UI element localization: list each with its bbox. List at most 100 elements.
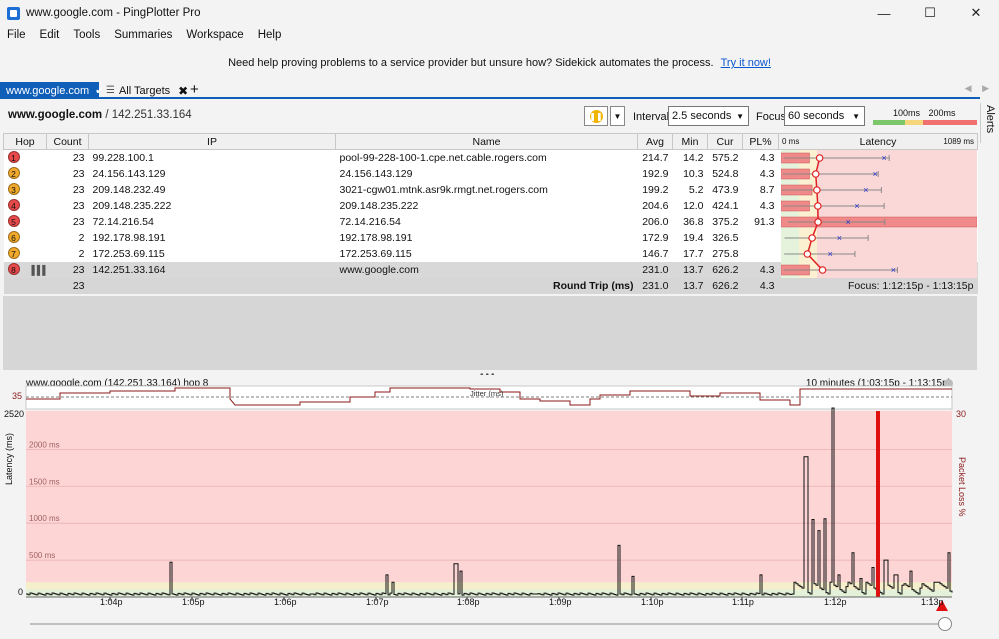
hop-cell: 7 xyxy=(3,245,47,262)
avg-latency-point xyxy=(814,202,822,210)
summary-min: 13.7 xyxy=(672,277,708,294)
avg-latency-point xyxy=(818,266,827,274)
hop-cell: 4 xyxy=(3,197,47,214)
col-latency[interactable]: 0 ms Latency 1089 ms xyxy=(778,133,978,150)
time-slider-thumb[interactable] xyxy=(938,617,952,631)
packet-loss-marker xyxy=(876,411,880,597)
x-tick-label: 1:12p xyxy=(824,597,847,607)
col-avg[interactable]: Avg xyxy=(637,133,673,150)
col-pl[interactable]: PL% xyxy=(742,133,779,150)
current-latency-mark: × xyxy=(872,169,877,179)
col-ip[interactable]: IP xyxy=(88,133,336,150)
summary-focus: Focus: 1:12:15p - 1:13:15p xyxy=(778,277,978,294)
count-cell: 2 xyxy=(46,229,89,246)
ip-cell: 192.178.98.191 xyxy=(88,229,336,246)
latency-zero-label: 0 ms xyxy=(782,137,800,146)
promo-link[interactable]: Try it now! xyxy=(721,57,771,69)
menu-file[interactable]: File xyxy=(0,29,33,41)
y-axis-label: Latency (ms) xyxy=(4,432,14,485)
current-latency-mark: × xyxy=(863,185,868,195)
x-tick-label: 1:11p xyxy=(732,597,754,607)
avg-cell: 172.9 xyxy=(637,229,673,246)
hop-badge: 5 xyxy=(7,215,20,227)
latency-legend-labels: 100ms 200ms xyxy=(893,108,962,118)
tab-scroll-arrows-icon[interactable]: ◀ ▶ xyxy=(965,83,993,94)
plot-zone-bad xyxy=(26,411,952,597)
interval-label: Interval xyxy=(633,111,670,123)
hop-badge: 1 xyxy=(7,151,20,164)
avg-latency-point xyxy=(803,250,812,258)
pause-button[interactable]: ❚❚ xyxy=(584,106,608,126)
avg-latency-point xyxy=(815,154,824,162)
time-slider-track[interactable] xyxy=(30,623,948,625)
hop-cell: 8 ▌▌▌ xyxy=(3,261,47,278)
summary-count: 23 xyxy=(46,277,89,294)
x-tick-label: 1:08p xyxy=(457,597,480,607)
menu-workspace[interactable]: Workspace xyxy=(179,29,250,41)
count-cell: 2 xyxy=(46,245,89,262)
min-cell: 12.0 xyxy=(672,197,708,214)
summary-row: 23 Round Trip (ms) 231.0 13.7 626.2 4.3 … xyxy=(3,277,978,294)
x-tick-label: 1:13p xyxy=(921,597,944,607)
current-latency-mark: × xyxy=(854,201,859,211)
avg-cell: 204.6 xyxy=(637,197,673,214)
pause-icon: ❚❚ xyxy=(589,109,603,123)
tab-underline xyxy=(0,97,980,99)
ip-cell: 142.251.33.164 xyxy=(88,261,336,278)
latency-zone-bad xyxy=(816,150,977,278)
promo-banner: Need help proving problems to a service … xyxy=(0,57,999,69)
count-cell: 23 xyxy=(46,181,89,198)
count-cell: 23 xyxy=(46,197,89,214)
hop-badge: 6 xyxy=(7,231,20,243)
interval-value: 2.5 seconds xyxy=(672,110,732,122)
hop-cell: 2 xyxy=(3,165,47,182)
col-count[interactable]: Count xyxy=(46,133,89,150)
col-min[interactable]: Min xyxy=(672,133,708,150)
close-button[interactable]: ✕ xyxy=(953,0,999,26)
ip-cell: 72.14.216.54 xyxy=(88,213,336,230)
menu-tools[interactable]: Tools xyxy=(66,29,107,41)
hop-badge: 8 xyxy=(7,263,20,275)
name-cell: pool-99-228-100-1.cpe.net.cable.rogers.c… xyxy=(335,149,638,166)
toolbar: www.google.com / 142.251.33.164 ❚❚ ▼ Int… xyxy=(0,103,980,129)
hop-badge: 4 xyxy=(7,199,20,211)
tab-all-targets-label: All Targets xyxy=(118,84,171,97)
maximize-button[interactable]: ☐ xyxy=(907,0,953,26)
timeline-graph-panel: www.google.com (142.251.33.164) hop 8 10… xyxy=(0,375,999,639)
menu-summaries[interactable]: Summaries xyxy=(107,29,179,41)
alerts-tab[interactable]: Alerts xyxy=(980,103,999,143)
focus-value: 60 seconds xyxy=(788,110,845,122)
minimize-button[interactable]: — xyxy=(861,0,907,26)
menu-edit[interactable]: Edit xyxy=(33,29,67,41)
bar-chart-icon[interactable]: ▌▌▌ xyxy=(32,265,47,275)
col-name[interactable]: Name xyxy=(335,133,638,150)
x-tick-label: 1:07p xyxy=(366,597,389,607)
menu-help[interactable]: Help xyxy=(251,29,289,41)
close-tab-icon[interactable]: ✖ xyxy=(178,84,188,98)
name-cell: 192.178.98.191 xyxy=(335,229,638,246)
min-cell: 19.4 xyxy=(672,229,708,246)
interval-select[interactable]: 2.5 seconds ▼ xyxy=(668,106,749,126)
col-cur[interactable]: Cur xyxy=(707,133,743,150)
focus-select[interactable]: 60 seconds ▼ xyxy=(784,106,865,126)
name-cell: www.google.com xyxy=(335,261,638,278)
pl-cell: 4.3 xyxy=(742,149,779,166)
count-cell: 23 xyxy=(46,149,89,166)
current-latency-mark: × xyxy=(828,249,833,259)
pl-cell xyxy=(742,229,779,246)
table-header-row: Hop Count IP Name Avg Min Cur PL% 0 ms L… xyxy=(3,133,978,150)
focus-label: Focus xyxy=(756,111,786,123)
ip-cell: 24.156.143.129 xyxy=(88,165,336,182)
ip-cell: 99.228.100.1 xyxy=(88,149,336,166)
col-hop[interactable]: Hop xyxy=(3,133,47,150)
cur-cell: 626.2 xyxy=(707,261,743,278)
hop-badge: 7 xyxy=(7,247,20,259)
hop-cell: 1 xyxy=(3,149,47,166)
pause-dropdown[interactable]: ▼ xyxy=(610,106,625,126)
pl-cell: 91.3 xyxy=(742,213,779,230)
name-cell: 24.156.143.129 xyxy=(335,165,638,182)
ip-cell: 172.253.69.115 xyxy=(88,245,336,262)
count-cell: 23 xyxy=(46,261,89,278)
latency-chart: ×××××××× xyxy=(781,150,977,278)
avg-cell: 192.9 xyxy=(637,165,673,182)
